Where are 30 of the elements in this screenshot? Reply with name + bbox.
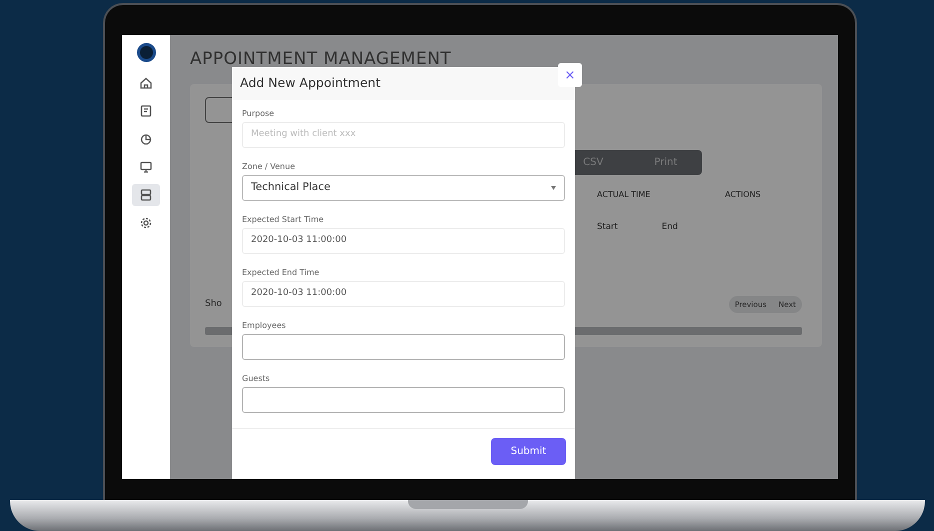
pie-chart-icon: [139, 132, 153, 146]
input-field[interactable]: 2020-10-03 11:00:00: [242, 281, 565, 307]
sidebar-item[interactable]: [132, 184, 160, 206]
column-header: ACTUAL TIME: [597, 189, 652, 202]
field-label: Guests: [242, 373, 271, 385]
select-value: Technical Place: [251, 180, 330, 196]
input-field[interactable]: 2020-10-03 11:00:00: [242, 228, 565, 254]
field-label: Purpose: [242, 108, 276, 120]
export-button[interactable]: Print: [630, 150, 702, 176]
document-icon: [139, 104, 153, 118]
column-subheader: End: [662, 221, 678, 234]
logo-icon: [136, 43, 156, 62]
monitor-icon: [139, 160, 153, 174]
input-field[interactable]: [242, 387, 565, 413]
field-label: Expected Start Time: [242, 214, 325, 226]
column-header: ACTIONS: [725, 189, 761, 202]
input-field[interactable]: [242, 334, 565, 360]
close-button[interactable]: ×: [558, 63, 582, 87]
show-label: Sho: [205, 298, 222, 312]
field-label: Employees: [242, 320, 287, 332]
caret-icon: [551, 186, 556, 190]
column-subheader: Start: [597, 221, 618, 234]
field-label: Expected End Time: [242, 267, 320, 279]
select-field[interactable]: Technical Place: [242, 175, 565, 201]
field-label: Zone / Venue: [242, 161, 296, 173]
page-title: APPOINTMENT MANAGEMENT: [190, 49, 452, 70]
settings-icon: [139, 216, 153, 230]
home-icon: [139, 76, 153, 90]
submit-button[interactable]: Submit: [491, 438, 566, 465]
server-icon: [139, 188, 153, 202]
